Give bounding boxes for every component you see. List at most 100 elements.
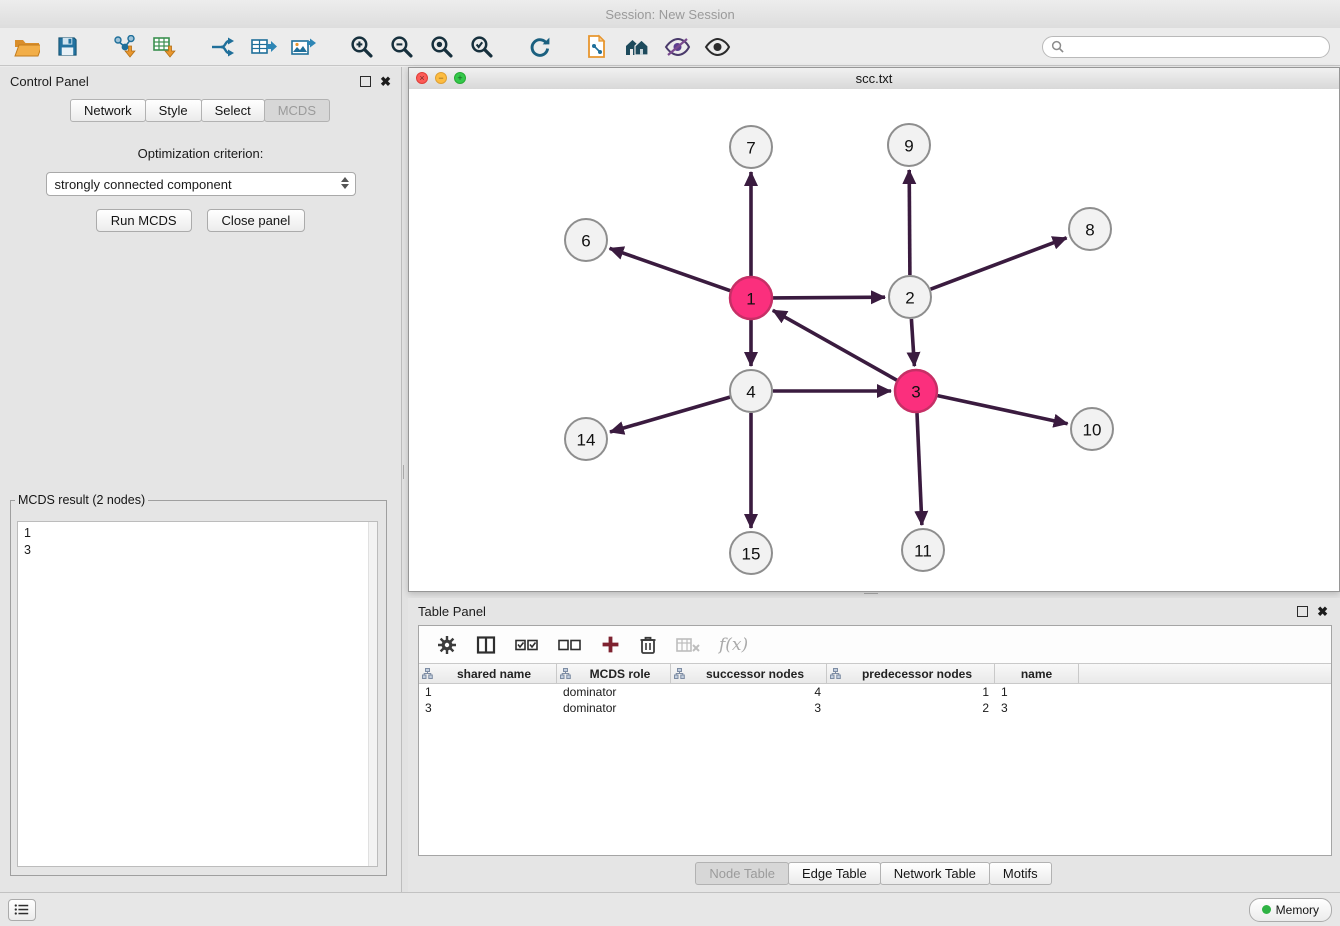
run-mcds-button[interactable]: Run MCDS	[96, 209, 192, 232]
export-image-icon[interactable]	[286, 32, 320, 62]
zoom-selected-icon[interactable]	[464, 32, 498, 62]
cell-successor-nodes[interactable]: 3	[671, 701, 827, 715]
close-window-icon[interactable]: ×	[416, 72, 428, 84]
import-network-icon[interactable]	[108, 32, 142, 62]
graph-edge-1-6[interactable]	[610, 248, 731, 290]
cell-shared-name[interactable]: 1	[419, 685, 557, 699]
cell-predecessor-nodes[interactable]: 1	[827, 685, 995, 699]
table-panel-tabs: Node Table Edge Table Network Table Moti…	[408, 862, 1340, 885]
table-toolbar: f(x)	[419, 626, 1331, 663]
graph-node-label-6: 6	[581, 232, 590, 251]
graph-edge-3-10[interactable]	[938, 396, 1068, 424]
export-network-icon[interactable]	[206, 32, 240, 62]
delete-column-icon[interactable]	[639, 635, 657, 655]
cell-shared-name[interactable]: 3	[419, 701, 557, 715]
graph-node-label-8: 8	[1085, 221, 1094, 240]
close-panel-button[interactable]: Close panel	[207, 209, 306, 232]
search-box[interactable]	[1042, 36, 1330, 58]
function-builder-icon: f(x)	[719, 635, 748, 655]
table-row-1[interactable]: 1 dominator 4 1 1	[419, 684, 1331, 700]
dropdown-stepper-icon	[341, 177, 349, 189]
graph-edge-1-2[interactable]	[773, 297, 885, 298]
graph-edge-3-1[interactable]	[773, 310, 897, 380]
network-canvas[interactable]: 7968124314101511	[409, 89, 1339, 591]
memory-status-icon	[1262, 905, 1271, 914]
mcds-result-fieldset: MCDS result (2 nodes) 1 3	[10, 493, 387, 876]
graph-node-label-3: 3	[911, 383, 920, 402]
float-table-panel-icon[interactable]	[1297, 606, 1308, 617]
graph-node-label-7: 7	[746, 139, 755, 158]
criterion-dropdown-value: strongly connected component	[55, 177, 232, 192]
home-houses-icon[interactable]	[620, 32, 654, 62]
save-session-icon[interactable]	[50, 32, 84, 62]
control-panel-tabs: Network Style Select MCDS	[0, 99, 401, 122]
graph-node-label-15: 15	[742, 545, 761, 564]
table-settings-gear-icon[interactable]	[437, 635, 457, 655]
table-row-3[interactable]: 3 dominator 3 2 3	[419, 700, 1331, 716]
tab-network-table[interactable]: Network Table	[880, 862, 990, 885]
zoom-in-icon[interactable]	[344, 32, 378, 62]
open-session-icon[interactable]	[10, 32, 44, 62]
mcds-result-title: MCDS result (2 nodes)	[15, 493, 148, 507]
task-history-icon[interactable]	[8, 899, 36, 921]
close-table-panel-icon[interactable]: ✖	[1317, 606, 1328, 617]
tab-network[interactable]: Network	[70, 99, 146, 122]
visual-style-eye-icon[interactable]	[660, 32, 694, 62]
zoom-out-icon[interactable]	[384, 32, 418, 62]
clipboard-network-icon[interactable]	[580, 32, 614, 62]
select-all-rows-icon[interactable]	[515, 637, 539, 653]
cell-name[interactable]: 3	[995, 701, 1079, 715]
float-panel-icon[interactable]	[360, 76, 371, 87]
control-panel: Control Panel ✖ Network Style Select MCD…	[0, 67, 402, 892]
eye-icon[interactable]	[700, 32, 734, 62]
import-table-icon[interactable]	[148, 32, 182, 62]
show-columns-icon[interactable]	[476, 635, 496, 655]
memory-button[interactable]: Memory	[1249, 898, 1332, 922]
table-panel: Table Panel ✖	[408, 598, 1340, 892]
column-header-mcds-role[interactable]: MCDS role	[557, 664, 671, 683]
cell-mcds-role[interactable]: dominator	[557, 685, 671, 699]
graph-node-label-10: 10	[1083, 421, 1102, 440]
search-input[interactable]	[1069, 39, 1321, 55]
graph-edge-2-8[interactable]	[931, 238, 1067, 289]
add-column-icon[interactable]	[601, 635, 620, 654]
tab-style[interactable]: Style	[145, 99, 202, 122]
deselect-all-rows-icon[interactable]	[558, 637, 582, 653]
graph-edge-3-11[interactable]	[917, 413, 922, 525]
result-scrollbar[interactable]	[368, 522, 377, 866]
graph-node-label-14: 14	[577, 431, 596, 450]
column-header-shared-name[interactable]: shared name	[419, 664, 557, 683]
zoom-window-icon[interactable]: +	[454, 72, 466, 84]
criterion-dropdown[interactable]: strongly connected component	[46, 172, 356, 196]
graph-edge-2-3[interactable]	[911, 319, 914, 366]
main-toolbar	[0, 28, 1340, 66]
tab-mcds[interactable]: MCDS	[264, 99, 330, 122]
tab-motifs[interactable]: Motifs	[989, 862, 1052, 885]
graph-edge-4-14[interactable]	[610, 397, 730, 432]
tab-edge-table[interactable]: Edge Table	[788, 862, 881, 885]
cell-mcds-role[interactable]: dominator	[557, 701, 671, 715]
graph-edge-2-9[interactable]	[909, 170, 910, 275]
graph-node-label-2: 2	[905, 289, 914, 308]
close-panel-icon[interactable]: ✖	[380, 76, 391, 87]
column-header-successor-nodes[interactable]: successor nodes	[671, 664, 827, 683]
mcds-result-box[interactable]: 1 3	[17, 521, 378, 867]
cell-successor-nodes[interactable]: 4	[671, 685, 827, 699]
attribute-tree-icon	[830, 668, 841, 679]
result-line: 3	[18, 542, 377, 559]
node-table: f(x) shared name MCDS role	[418, 625, 1332, 856]
export-table-icon[interactable]	[246, 32, 280, 62]
cell-predecessor-nodes[interactable]: 2	[827, 701, 995, 715]
tab-select[interactable]: Select	[201, 99, 265, 122]
column-header-name[interactable]: name	[995, 664, 1079, 683]
column-header-predecessor-nodes[interactable]: predecessor nodes	[827, 664, 995, 683]
tab-node-table[interactable]: Node Table	[695, 862, 789, 885]
network-window-titlebar: × − + scc.txt	[409, 68, 1339, 90]
search-icon	[1051, 40, 1064, 53]
network-window-title: scc.txt	[856, 71, 893, 86]
zoom-fit-icon[interactable]	[424, 32, 458, 62]
memory-label: Memory	[1276, 903, 1319, 917]
refresh-icon[interactable]	[522, 32, 556, 62]
cell-name[interactable]: 1	[995, 685, 1079, 699]
minimize-window-icon[interactable]: −	[435, 72, 447, 84]
